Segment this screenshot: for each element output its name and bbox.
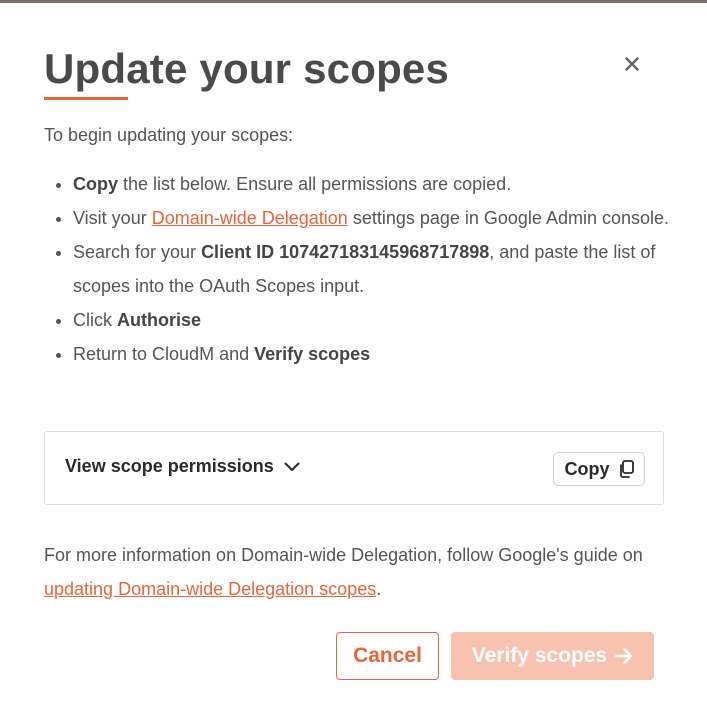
top-border [0,0,707,3]
title-underline [44,97,128,100]
view-scope-permissions-toggle[interactable]: View scope permissions [65,456,300,477]
more-info-prefix: For more information on Domain-wide Dele… [44,545,643,565]
step-search-prefix: Search for your [73,242,202,262]
updating-scopes-guide-link[interactable]: updating Domain-wide Delegation scopes [44,579,376,599]
step-copy: Copy the list below. Ensure all permissi… [73,167,693,201]
verify-scopes-label: Verify scopes [471,644,608,667]
view-scope-permissions-label: View scope permissions [65,456,274,476]
copy-icon [619,460,634,478]
steps-list: Copy the list below. Ensure all permissi… [44,167,693,371]
cancel-button[interactable]: Cancel [336,632,439,680]
close-icon [625,57,639,71]
chevron-down-icon [284,462,300,471]
more-info-suffix: . [376,579,382,599]
dialog-title: Update your scopes [44,45,450,92]
copy-button[interactable]: Copy [553,452,645,486]
arrow-right-icon [615,648,633,664]
step-visit: Visit your Domain-wide Delegation settin… [73,201,693,235]
step-copy-text: the list below. Ensure all permissions a… [118,174,512,194]
step-return-bold: Verify scopes [254,344,371,364]
step-search: Search for your Client ID 10742718314596… [73,235,693,303]
more-info-text: For more information on Domain-wide Dele… [44,538,674,606]
step-copy-bold: Copy [73,174,118,194]
step-return: Return to CloudM and Verify scopes [73,337,693,371]
domain-wide-delegation-link[interactable]: Domain-wide Delegation [152,208,348,228]
step-return-prefix: Return to CloudM and [73,344,255,364]
step-click-prefix: Click [73,310,117,330]
step-click: Click Authorise [73,303,693,337]
scope-permissions-panel: View scope permissions Copy [44,431,664,505]
verify-scopes-button[interactable]: Verify scopes [451,632,654,680]
step-visit-suffix: settings page in Google Admin console. [347,208,670,228]
step-visit-prefix: Visit your [73,208,152,228]
intro-text: To begin updating your scopes: [44,125,294,145]
step-click-bold: Authorise [117,310,202,330]
close-button[interactable] [620,52,644,76]
client-id: Client ID 107427183145968717898 [201,242,490,262]
copy-button-label: Copy [564,458,610,479]
